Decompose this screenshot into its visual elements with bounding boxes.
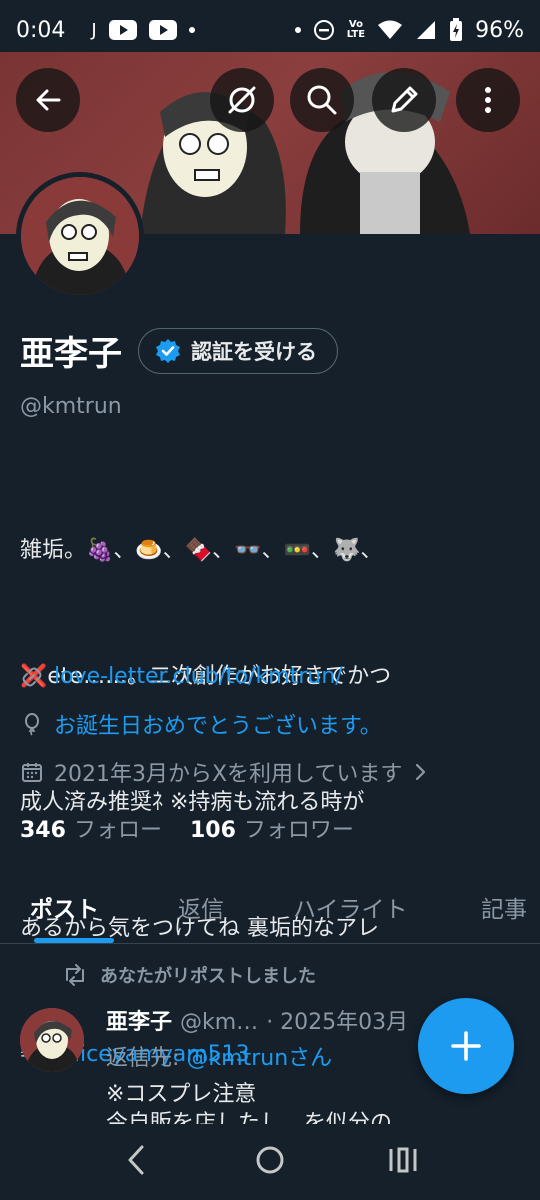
- edit-button[interactable]: [372, 68, 436, 132]
- bio-line: 雑垢。🍇、🍮、🍫、👓、🚥、🐺、: [20, 538, 383, 563]
- balloon-icon: [25, 713, 39, 736]
- name-row: 亜李子 認証を受ける: [20, 326, 338, 375]
- mute-button[interactable]: [210, 68, 274, 132]
- nav-home-icon[interactable]: [254, 1144, 286, 1176]
- more-icon: [485, 87, 491, 113]
- link-icon: [22, 667, 42, 686]
- profile-joined-date[interactable]: 2021年3月からXを利用しています: [20, 756, 428, 788]
- dnd-icon: [313, 20, 334, 40]
- post-text-continued: 今自販を店したし…を似分の: [106, 1111, 393, 1124]
- back-button[interactable]: [16, 68, 80, 132]
- website-link-text[interactable]: love-letter.club/to/kmtrun/: [54, 664, 343, 689]
- followers-label: フォロワー: [243, 818, 354, 843]
- plus-icon: [451, 1031, 481, 1061]
- back-arrow-icon: [36, 89, 61, 111]
- followers-count-link[interactable]: 106 フォロワー: [190, 812, 354, 844]
- repost-icon: [66, 964, 84, 986]
- following-count-link[interactable]: 346 フォロー: [20, 812, 162, 844]
- post-author-name[interactable]: 亜李子: [106, 1004, 172, 1036]
- post-text: ※コスプレ注意: [106, 1082, 257, 1107]
- notification-dot-icon-2: [294, 27, 301, 33]
- repost-indicator: あなたがリポストしました: [62, 962, 316, 988]
- reply-to-mention[interactable]: @kmtrunさん: [186, 1046, 332, 1071]
- active-tab-indicator: [34, 938, 114, 943]
- status-bar: 0:04 J Vo LTE 96%: [0, 0, 540, 60]
- chevron-right-icon: [416, 763, 426, 781]
- youtube-notification-icon-2: [148, 20, 177, 40]
- get-verified-label: 認証を受ける: [191, 339, 317, 364]
- profile-birthday: お誕生日おめでとうございます。: [20, 708, 382, 740]
- following-count: 346: [20, 818, 66, 843]
- signal-icon: [417, 21, 436, 39]
- system-navigation-bar: [0, 1124, 540, 1200]
- post-date: · 2025年03月: [266, 1010, 409, 1035]
- nav-back-icon[interactable]: [124, 1144, 148, 1176]
- avatar: [21, 177, 139, 295]
- get-verified-button[interactable]: 認証を受ける: [138, 327, 338, 374]
- reply-to-prefix: 返信先:: [106, 1046, 187, 1071]
- profile-website[interactable]: love-letter.club/to/kmtrun/: [20, 664, 343, 689]
- battery-percent: 96%: [475, 17, 524, 43]
- verified-badge-icon: [156, 338, 180, 363]
- status-carrier: J: [91, 19, 97, 41]
- calendar-icon: [22, 763, 42, 782]
- youtube-notification-icon: [108, 20, 137, 40]
- display-name: 亜李子: [20, 334, 122, 374]
- edit-icon: [391, 86, 418, 113]
- tab-highlights[interactable]: ハイライト: [293, 890, 408, 924]
- post-author-avatar[interactable]: [20, 1008, 84, 1072]
- profile-avatar-frame[interactable]: [16, 172, 144, 300]
- joined-text: 2021年3月からXを利用しています: [54, 762, 403, 787]
- follow-counts: 346 フォロー 106 フォロワー: [20, 812, 354, 844]
- birthday-text: お誕生日おめでとうございます。: [54, 714, 382, 739]
- post-header: 亜李子 @km… · 2025年03月: [106, 1004, 408, 1036]
- mute-icon: [228, 86, 256, 114]
- battery-icon: [450, 18, 463, 41]
- search-icon: [307, 85, 337, 115]
- volte-icon: Vo LTE: [346, 19, 366, 40]
- wifi-icon: [378, 20, 403, 39]
- following-label: フォロー: [73, 818, 162, 843]
- profile-handle: @kmtrun: [20, 394, 122, 419]
- profile-tabs: ポスト 返信 ハイライト 記事: [0, 876, 540, 944]
- tab-articles[interactable]: 記事: [481, 890, 527, 924]
- notification-dot-icon: [188, 27, 195, 33]
- post-author-handle: @km…: [180, 1010, 259, 1035]
- reply-to-line: 返信先: @kmtrunさん: [106, 1040, 332, 1072]
- more-options-button[interactable]: [456, 68, 520, 132]
- nav-recents-icon[interactable]: [388, 1144, 418, 1176]
- tab-posts[interactable]: ポスト: [30, 890, 99, 924]
- search-button[interactable]: [290, 68, 354, 132]
- followers-count: 106: [189, 818, 236, 843]
- compose-post-button[interactable]: [418, 998, 514, 1094]
- tab-replies[interactable]: 返信: [178, 890, 224, 924]
- repost-label: あなたがリポストしました: [100, 966, 316, 987]
- status-time: 0:04: [16, 17, 66, 43]
